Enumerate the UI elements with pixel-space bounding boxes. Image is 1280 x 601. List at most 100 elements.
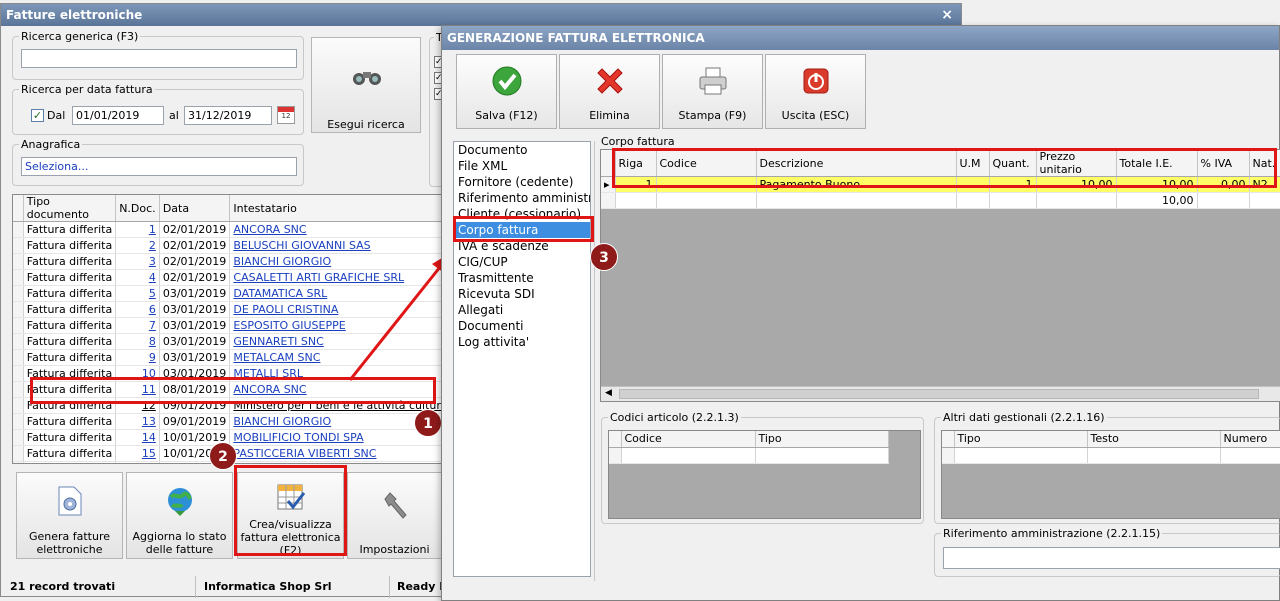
nav-item-log-attivita[interactable]: Log attivita' (454, 334, 590, 350)
intestatario-link[interactable]: BIANCHI GIORGIO (233, 255, 331, 268)
cell-tipo-documento[interactable]: Fattura differita (23, 333, 117, 350)
exit-button[interactable]: Uscita (ESC) (765, 54, 866, 129)
altri-col-testo[interactable]: Testo (1087, 431, 1221, 448)
intestatario-link[interactable]: SAPUCCI AUTORICAMBI SRL (233, 463, 386, 464)
intestatario-link[interactable]: DE PAOLI CRISTINA (233, 303, 338, 316)
nav-item-file-xml[interactable]: File XML (454, 158, 590, 174)
cell-ndoc[interactable]: 16 (115, 461, 160, 464)
ndoc-link[interactable]: 2 (149, 239, 156, 252)
codici-col-tipo[interactable]: Tipo (755, 431, 889, 448)
nav-item-trasmittente[interactable]: Trasmittente (454, 270, 590, 286)
cell-intestatario[interactable]: PASTICCERIA VIBERTI SNC (229, 445, 443, 462)
ndoc-link[interactable]: 1 (149, 223, 156, 236)
cell-data[interactable]: 03/01/2019 (159, 285, 231, 302)
cell-tipo-documento[interactable]: Fattura differita (23, 285, 117, 302)
cell-ndoc[interactable]: 14 (115, 429, 160, 446)
ndoc-link[interactable]: 16 (142, 463, 156, 464)
intestatario-link[interactable]: ESPOSITO GIUSEPPE (233, 319, 345, 332)
ndoc-link[interactable]: 9 (149, 351, 156, 364)
cell-intestatario[interactable]: SAPUCCI AUTORICAMBI SRL (229, 461, 443, 464)
nav-item-documenti[interactable]: Documenti (454, 318, 590, 334)
codici-col-codice[interactable]: Codice (621, 431, 756, 448)
altri-col-tipo[interactable]: Tipo (954, 431, 1088, 448)
intestatario-link[interactable]: MOBILIFICIO TONDI SPA (233, 431, 363, 444)
cell-data[interactable]: 02/01/2019 (159, 269, 231, 286)
intestatario-link[interactable]: PASTICCERIA VIBERTI SNC (233, 447, 376, 460)
cell-tipo-documento[interactable]: Fattura differita (23, 269, 117, 286)
cell-data[interactable]: 03/01/2019 (159, 301, 231, 318)
ndoc-link[interactable]: 14 (142, 431, 156, 444)
cell-data[interactable]: 02/01/2019 (159, 221, 231, 238)
codici-cell-2[interactable] (755, 447, 889, 464)
cell-ndoc[interactable]: 3 (115, 253, 160, 270)
cell-data[interactable]: 02/01/2019 (159, 253, 231, 270)
search-button[interactable]: Esegui ricerca (311, 37, 421, 133)
cell-ndoc[interactable]: 1 (115, 221, 160, 238)
cell-intestatario[interactable]: BIANCHI GIORGIO (229, 413, 443, 430)
intestatario-link[interactable]: BIANCHI GIORGIO (233, 415, 331, 428)
anagrafica-select[interactable]: Seleziona... (21, 157, 297, 176)
nav-item-fornitore-cedente[interactable]: Fornitore (cedente) (454, 174, 590, 190)
nav-item-allegati[interactable]: Allegati (454, 302, 590, 318)
ndoc-link[interactable]: 4 (149, 271, 156, 284)
ndoc-link[interactable]: 7 (149, 319, 156, 332)
ndoc-link[interactable]: 3 (149, 255, 156, 268)
cell-intestatario[interactable]: ANCORA SNC (229, 221, 443, 238)
cell-tipo-documento[interactable]: Fattura differita (23, 349, 117, 366)
cell-tipo-documento[interactable]: Fattura differita (23, 253, 117, 270)
nav-item-ricevuta-sdi[interactable]: Ricevuta SDI (454, 286, 590, 302)
dal-checkbox[interactable]: ✓ (31, 109, 44, 122)
ndoc-link[interactable]: 13 (142, 415, 156, 428)
cell-ndoc[interactable]: 13 (115, 413, 160, 430)
ndoc-link[interactable]: 5 (149, 287, 156, 300)
col-ndoc[interactable]: N.Doc. (115, 195, 160, 222)
table-row[interactable]: Fattura differita 13 09/01/2019 BIANCHI … (13, 413, 443, 430)
intestatario-link[interactable]: ANCORA SNC (233, 223, 306, 236)
ndoc-link[interactable]: 8 (149, 335, 156, 348)
cell-ndoc[interactable]: 8 (115, 333, 160, 350)
altri-cell-1[interactable] (954, 447, 1088, 464)
impostazioni-button[interactable]: Impostazioni (347, 472, 442, 559)
cell-tipo-documento[interactable]: Fattura differita (23, 461, 117, 463)
ndoc-link[interactable]: 15 (142, 447, 156, 460)
search-generic-input[interactable] (21, 49, 297, 68)
aggiorna-stato-button[interactable]: Aggiorna lo stato delle fatture (126, 472, 233, 559)
cell-ndoc[interactable]: 7 (115, 317, 160, 334)
cell-data[interactable]: 03/01/2019 (159, 317, 231, 334)
col-data[interactable]: Data (159, 195, 231, 222)
cell-ndoc[interactable]: 5 (115, 285, 160, 302)
nav-item-cig-cup[interactable]: CIG/CUP (454, 254, 590, 270)
nav-item-riferimento-amministrazione[interactable]: Riferimento amministrazione (454, 190, 590, 206)
cell-data[interactable]: 03/01/2019 (159, 333, 231, 350)
altri-cell-3[interactable] (1220, 447, 1280, 464)
cell-data[interactable]: 09/01/2019 (159, 413, 231, 430)
cell-intestatario[interactable]: MOBILIFICIO TONDI SPA (229, 429, 443, 446)
codici-cell-1[interactable] (621, 447, 756, 464)
corpo-hscrollbar[interactable]: ◀ (601, 386, 1280, 401)
cell-data[interactable]: 02/01/2019 (159, 237, 231, 254)
genera-fatture-button[interactable]: Genera fatture elettroniche (16, 472, 123, 559)
cell-ndoc[interactable]: 6 (115, 301, 160, 318)
cell-tipo-documento[interactable]: Fattura differita (23, 445, 117, 462)
cell-tipo-documento[interactable]: Fattura differita (23, 413, 117, 430)
cell-tipo-documento[interactable]: Fattura differita (23, 221, 117, 238)
cell-ndoc[interactable]: 9 (115, 349, 160, 366)
scroll-thumb[interactable] (619, 389, 1259, 399)
col-tipo-documento[interactable]: Tipo documento (23, 195, 117, 222)
nav-item-documento[interactable]: Documento (454, 142, 590, 158)
date-to-input[interactable]: 31/12/2019 (184, 106, 272, 125)
cell-tipo-documento[interactable]: Fattura differita (23, 429, 117, 446)
cell-tipo-documento[interactable]: Fattura differita (23, 317, 117, 334)
cell-ndoc[interactable]: 2 (115, 237, 160, 254)
ndoc-link[interactable]: 6 (149, 303, 156, 316)
close-icon[interactable]: × (941, 4, 953, 26)
cell-tipo-documento[interactable]: Fattura differita (23, 301, 117, 318)
cell-ndoc[interactable]: 15 (115, 445, 160, 462)
print-button[interactable]: Stampa (F9) (662, 54, 763, 129)
altri-cell-2[interactable] (1087, 447, 1221, 464)
save-button[interactable]: Salva (F12) (456, 54, 557, 129)
table-row[interactable]: Fattura differita 1 02/01/2019 ANCORA SN… (13, 221, 443, 238)
delete-button[interactable]: Elimina (559, 54, 660, 129)
altri-col-numero[interactable]: Numero (1220, 431, 1280, 448)
scroll-left-icon[interactable]: ◀ (605, 388, 612, 398)
